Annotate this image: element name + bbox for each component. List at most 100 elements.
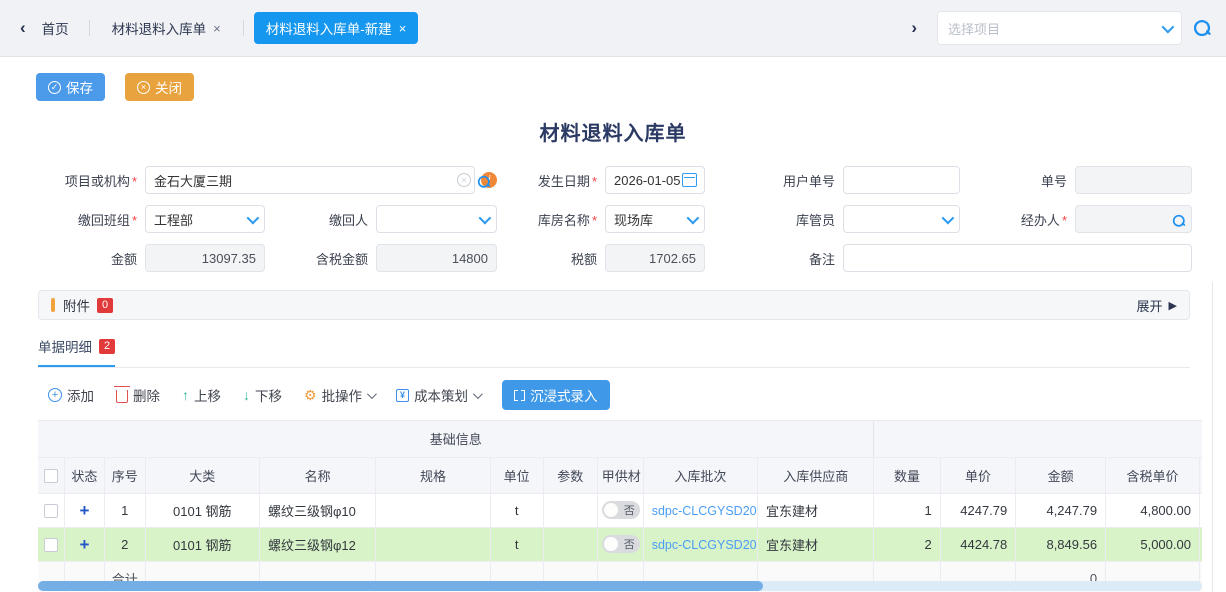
amount-input	[145, 244, 265, 272]
move-up-button[interactable]: ↑ 上移	[182, 385, 221, 405]
project-field-wrap: × i	[145, 166, 497, 194]
user-no-input[interactable]	[843, 166, 960, 194]
chevron-down-icon	[942, 211, 955, 224]
required-mark: *	[132, 213, 137, 228]
tax-incl-input	[376, 244, 497, 272]
row-checkbox[interactable]	[44, 504, 58, 518]
col-price: 单价	[940, 457, 1016, 493]
handler-field-wrap	[1075, 205, 1192, 233]
team-select[interactable]: 工程部	[145, 205, 265, 233]
delete-row-button[interactable]: 删除	[116, 385, 160, 405]
batch-link[interactable]: sdpc-CLCGYSD202601	[652, 538, 758, 552]
col-supplier: 入库供应商	[758, 457, 874, 493]
project-input[interactable]	[145, 166, 475, 194]
chevron-down-icon	[247, 211, 260, 224]
col-supplied: 甲供材	[597, 457, 643, 493]
cell-supplier: 宜东建材	[758, 493, 874, 527]
cell-param	[543, 493, 597, 527]
immersive-entry-button[interactable]: 沉浸式录入	[502, 380, 610, 410]
row-add-icon[interactable]: +	[79, 501, 89, 520]
row-add-icon[interactable]: +	[79, 535, 89, 554]
header-form: 项目或机构* × i 发生日期* 用户单号 单号 缴回班组* 工程部 缴回人 库…	[30, 166, 1226, 272]
tax-incl-label: 含税金额	[265, 249, 376, 268]
save-button[interactable]: ✓ 保存	[36, 73, 105, 101]
project-selector-placeholder: 选择项目	[948, 19, 1162, 38]
table-row[interactable]: + 1 0101 钢筋 螺纹三级钢φ10 t 否 sdpc-CLCGYSD202…	[38, 493, 1202, 527]
project-search-icon[interactable]	[477, 174, 488, 185]
close-button-label: 关闭	[155, 77, 182, 97]
tab-detail-lines[interactable]: 单据明细 2	[38, 336, 115, 367]
cell-price: 4424.78	[940, 527, 1016, 561]
col-param: 参数	[543, 457, 597, 493]
plus-circle-icon: +	[48, 388, 62, 402]
amount-label: 金额	[30, 249, 145, 268]
project-selector[interactable]: 选择项目	[937, 11, 1182, 45]
table-row-selected[interactable]: + 2 0101 钢筋 螺纹三级钢φ12 t 否 sdpc-CLCGYSD202…	[38, 527, 1202, 561]
add-row-button[interactable]: + 添加	[48, 385, 94, 405]
remark-input[interactable]	[843, 244, 1192, 272]
returner-select[interactable]	[376, 205, 497, 233]
gear-icon: ⚙	[304, 387, 317, 404]
select-all-checkbox[interactable]	[44, 469, 58, 483]
table-header-row: 状态 序号 大类 名称 规格 单位 参数 甲供材 入库批次 入库供应商 数量 单…	[38, 457, 1202, 493]
attachment-section-header[interactable]: 附件 0 展开 ▶	[38, 290, 1190, 320]
col-unit: 单位	[490, 457, 543, 493]
date-label: 发生日期*	[497, 171, 605, 190]
search-icon[interactable]	[1193, 19, 1211, 37]
expand-toggle[interactable]: 展开 ▶	[1137, 296, 1177, 315]
move-down-button[interactable]: ↓ 下移	[243, 385, 282, 405]
tab-close-icon[interactable]: ×	[399, 21, 407, 36]
batch-ops-dropdown[interactable]: ⚙ 批操作	[304, 385, 374, 405]
horizontal-scrollbar[interactable]	[38, 581, 1202, 591]
triangle-right-icon: ▶	[1169, 299, 1177, 312]
cell-param	[543, 527, 597, 561]
chevron-down-icon	[367, 389, 377, 399]
col-amount: 金额	[1016, 457, 1106, 493]
attachment-count-badge: 0	[97, 298, 113, 313]
cell-spec	[376, 527, 490, 561]
tab-home[interactable]: 首页	[42, 18, 69, 38]
cell-amount: 8,849.56	[1016, 527, 1106, 561]
cell-name: 螺纹三级钢φ12	[259, 527, 375, 561]
doc-no-label: 单号	[960, 171, 1075, 190]
col-seq: 序号	[104, 457, 145, 493]
tab-close-icon[interactable]: ×	[213, 21, 221, 36]
group-header-basic-info: 基础信息	[38, 421, 874, 457]
header-checkbox-cell	[38, 457, 65, 493]
clear-icon[interactable]: ×	[457, 173, 471, 187]
calendar-icon[interactable]	[682, 173, 697, 187]
tab-material-return[interactable]: 材料退料入库单 ×	[100, 12, 233, 44]
col-spec: 规格	[376, 457, 490, 493]
batch-link[interactable]: sdpc-CLCGYSD202601	[652, 504, 758, 518]
tab-separator	[243, 20, 244, 36]
page-title: 材料退料入库单	[0, 117, 1226, 146]
cell-name: 螺纹三级钢φ10	[259, 493, 375, 527]
horizontal-scrollbar-thumb[interactable]	[38, 581, 763, 591]
team-label: 缴回班组*	[30, 210, 145, 229]
back-chevron-icon[interactable]: ‹	[14, 18, 32, 38]
cell-qty: 2	[874, 527, 940, 561]
check-circle-icon: ✓	[48, 81, 61, 94]
vertical-scrollbar-track[interactable]	[1212, 282, 1213, 592]
tax-label: 税额	[497, 249, 605, 268]
warehouse-select-value: 现场库	[614, 210, 653, 229]
toggle-knob	[604, 503, 618, 517]
keeper-select[interactable]	[843, 205, 960, 233]
arrow-up-icon: ↑	[182, 387, 189, 403]
supplied-toggle[interactable]: 否	[602, 501, 640, 519]
doc-no-input	[1075, 166, 1192, 194]
chevron-down-icon	[473, 389, 483, 399]
cell-qty: 1	[874, 493, 940, 527]
forward-chevron-icon[interactable]: ›	[905, 18, 923, 38]
cell-spec	[376, 493, 490, 527]
cost-plan-dropdown[interactable]: ¥ 成本策划	[396, 385, 480, 405]
toggle-knob	[604, 537, 618, 551]
close-button[interactable]: × 关闭	[125, 73, 194, 101]
handler-search-icon[interactable]	[1172, 213, 1183, 224]
tab-material-return-new[interactable]: 材料退料入库单-新建 ×	[254, 12, 419, 44]
fullscreen-icon	[514, 390, 525, 401]
row-checkbox[interactable]	[44, 538, 58, 552]
cell-supplier: 宜东建材	[758, 527, 874, 561]
supplied-toggle[interactable]: 否	[602, 535, 640, 553]
warehouse-select[interactable]: 现场库	[605, 205, 705, 233]
